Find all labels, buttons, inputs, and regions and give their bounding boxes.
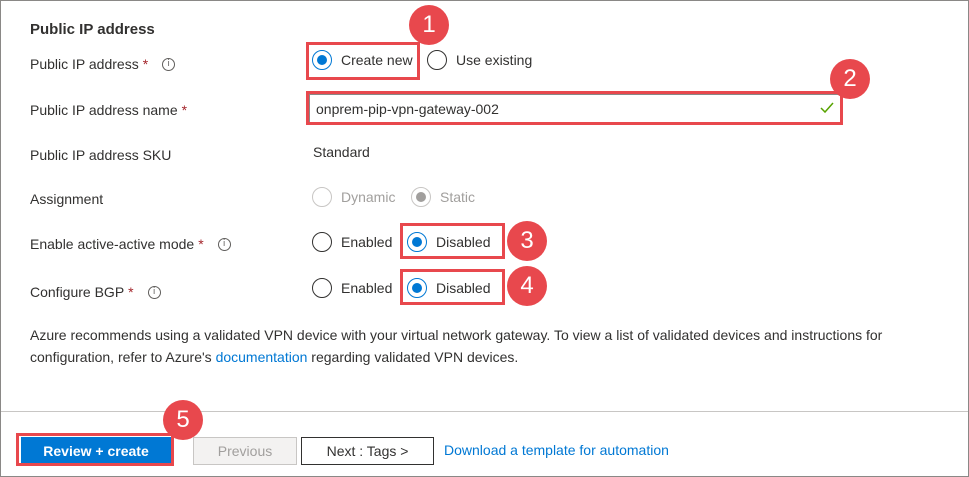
radio-static-label: Static [440,189,476,205]
public-ip-name-label: Public IP address name * [30,102,187,118]
radio-selected-icon [411,187,431,207]
callout-box-2 [306,91,843,125]
validated-device-note: Azure recommends using a validated VPN d… [30,324,930,368]
required-marker: * [181,102,188,118]
radio-use-existing[interactable]: Use existing [427,50,532,70]
info-icon[interactable]: i [217,237,231,251]
radio-dynamic[interactable]: Dynamic [312,187,395,207]
radio-bgp-enabled[interactable]: Enabled [312,278,392,298]
assignment-label-text: Assignment [30,191,104,207]
radio-dynamic-label: Dynamic [341,189,396,205]
active-active-label: Enable active-active mode * i [30,236,231,252]
download-template-link[interactable]: Download a template for automation [444,442,669,458]
documentation-link[interactable]: documentation [216,349,308,365]
required-marker: * [198,236,204,252]
callout-badge-4: 4 [507,266,547,306]
radio-use-existing-label: Use existing [456,52,533,68]
required-marker: * [128,284,134,300]
radio-unselected-icon [312,232,332,252]
callout-badge-1: 1 [409,5,449,45]
sku-label: Public IP address SKU [30,147,171,163]
callout-badge-3: 3 [507,221,547,261]
active-active-label-text: Enable active-active mode [30,236,195,252]
radio-enabled-label: Enabled [341,234,393,250]
public-ip-name-label-text: Public IP address name [30,102,178,118]
bgp-label-text: Configure BGP [30,284,125,300]
radio-static[interactable]: Static [411,187,475,207]
note-text-after: regarding validated VPN devices. [307,349,519,365]
info-icon[interactable]: i [162,57,176,71]
callout-box-1 [306,42,420,80]
bgp-label: Configure BGP * i [30,284,161,300]
radio-enabled-label: Enabled [341,280,393,296]
radio-unselected-icon [312,187,332,207]
public-ip-label-text: Public IP address [30,56,139,72]
callout-badge-5: 5 [163,400,203,440]
footer-divider [1,411,968,412]
next-tags-button[interactable]: Next : Tags > [301,437,434,465]
callout-badge-2: 2 [830,59,870,99]
callout-box-3 [400,223,505,259]
radio-unselected-icon [427,50,447,70]
radio-active-active-enabled[interactable]: Enabled [312,232,392,252]
required-marker: * [142,56,149,72]
sku-value: Standard [313,144,370,160]
info-icon[interactable]: i [147,285,161,299]
previous-button[interactable]: Previous [193,437,297,465]
callout-box-4 [400,269,505,305]
callout-box-5 [16,433,174,466]
radio-unselected-icon [312,278,332,298]
section-title: Public IP address [30,21,155,38]
sku-label-text: Public IP address SKU [30,147,172,163]
assignment-label: Assignment [30,191,103,207]
public-ip-label: Public IP address * i [30,56,176,72]
